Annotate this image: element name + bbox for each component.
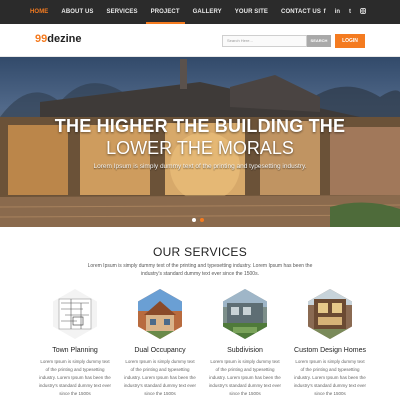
service-card-dual-occupancy[interactable]: Dual Occupancy Lorem Ipsum is simply dum…	[120, 289, 200, 398]
nav-item-about[interactable]: ABOUT US	[61, 0, 93, 24]
services-title: OUR SERVICES	[152, 245, 248, 259]
top-nav: HOME ABOUT US SERVICES PROJECT GALLERY Y…	[0, 0, 400, 24]
town-planning-image	[53, 289, 97, 339]
hero-subtitle: LOWER THE MORALS	[106, 138, 294, 158]
subdivision-image	[223, 289, 267, 339]
service-text: Lorem Ipsum is simply dummy text of the …	[38, 359, 112, 396]
service-title: Town Planning	[52, 347, 98, 354]
service-title: Subdivision	[227, 347, 263, 354]
hero-title: THE HIGHER THE BUILDING THE	[54, 116, 346, 136]
nav-item-home[interactable]: HOME	[30, 0, 48, 24]
linkedin-icon[interactable]: in	[335, 9, 340, 15]
nav-item-services[interactable]: SERVICES	[107, 0, 138, 24]
service-title: Custom Design Homes	[294, 347, 366, 354]
twitter-icon[interactable]: t	[349, 9, 351, 15]
slider-dot-active[interactable]	[200, 218, 204, 222]
service-card-custom-design-homes[interactable]: Custom Design Homes Lorem Ipsum is simpl…	[290, 289, 370, 398]
search-button[interactable]: SEARCH	[307, 35, 331, 47]
nav-item-gallery[interactable]: GALLERY	[193, 0, 222, 24]
service-text: Lorem Ipsum is simply dummy text of the …	[208, 359, 282, 396]
search-input[interactable]: Search Here...	[222, 35, 307, 47]
site-header: 99dezine Search Here... SEARCH LOGIN	[0, 24, 400, 57]
logo-number: 99	[35, 33, 48, 45]
hero-banner: THE HIGHER THE BUILDING THE LOWER THE MO…	[0, 57, 400, 227]
logo-text: dezine	[47, 33, 82, 45]
service-text: Lorem Ipsum is simply dummy text of the …	[123, 359, 197, 396]
services-intro: Lorem Ipsum is simply dummy text of the …	[87, 263, 313, 277]
main-menu: HOME ABOUT US SERVICES PROJECT GALLERY Y…	[30, 0, 334, 24]
nav-item-project[interactable]: PROJECT	[145, 0, 185, 24]
slider-dot[interactable]	[192, 218, 196, 222]
service-card-town-planning[interactable]: Town Planning Lorem Ipsum is simply dumm…	[35, 289, 115, 398]
facebook-icon[interactable]: f	[324, 9, 326, 15]
slider-dots	[192, 218, 208, 222]
service-title: Dual Occupancy	[134, 347, 186, 354]
custom-design-homes-image	[308, 289, 352, 339]
service-text: Lorem Ipsum is simply dummy text of the …	[293, 359, 367, 396]
service-card-subdivision[interactable]: Subdivision Lorem Ipsum is simply dummy …	[205, 289, 285, 398]
login-button[interactable]: LOGIN	[335, 34, 365, 48]
site-logo[interactable]: 99dezine	[35, 33, 81, 45]
nav-item-your-site[interactable]: YOUR SITE	[235, 0, 268, 24]
dual-occupancy-image	[138, 289, 182, 339]
social-links: f in t	[315, 0, 366, 24]
hero-text: Lorem Ipsum is simply dummy text of the …	[93, 163, 307, 170]
instagram-icon[interactable]	[360, 8, 366, 16]
